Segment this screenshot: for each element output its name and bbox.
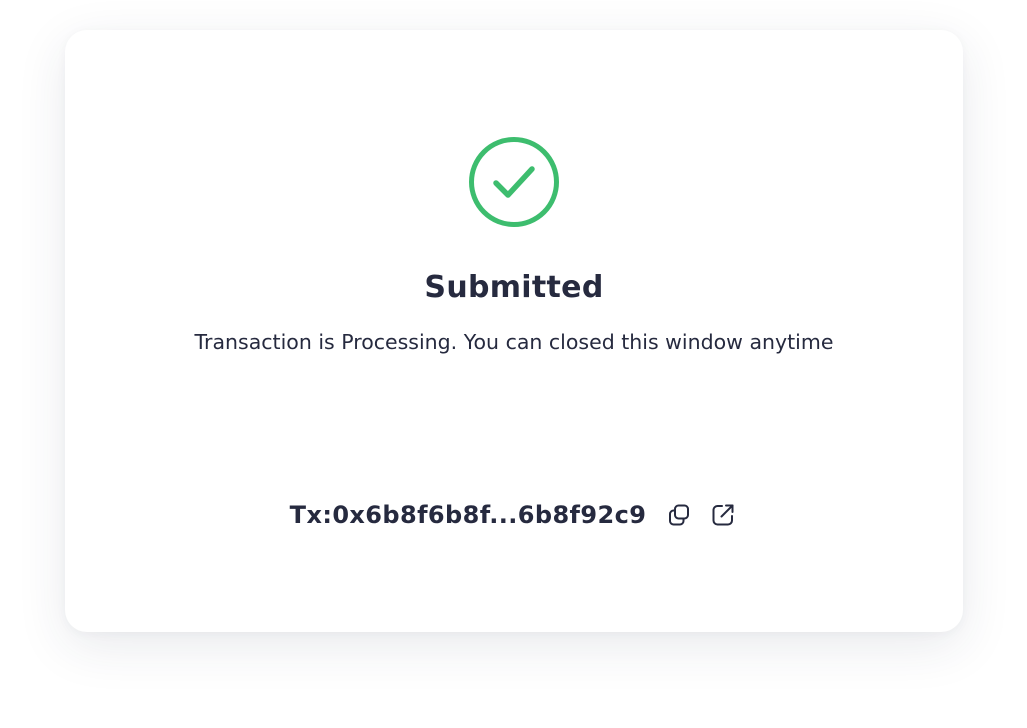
transaction-dialog: Submitted Transaction is Processing. You… [65,30,963,632]
dialog-title: Submitted [424,270,604,305]
external-link-icon [712,504,734,526]
copy-button[interactable] [664,500,694,530]
transaction-hash: Tx:0x6b8f6b8f...6b8f92c9 [289,501,647,529]
check-circle-icon [467,135,561,229]
transaction-row: Tx:0x6b8f6b8f...6b8f92c9 [65,496,963,534]
open-explorer-button[interactable] [708,500,738,530]
copy-icon [669,504,690,526]
dialog-message: Transaction is Processing. You can close… [194,330,834,354]
